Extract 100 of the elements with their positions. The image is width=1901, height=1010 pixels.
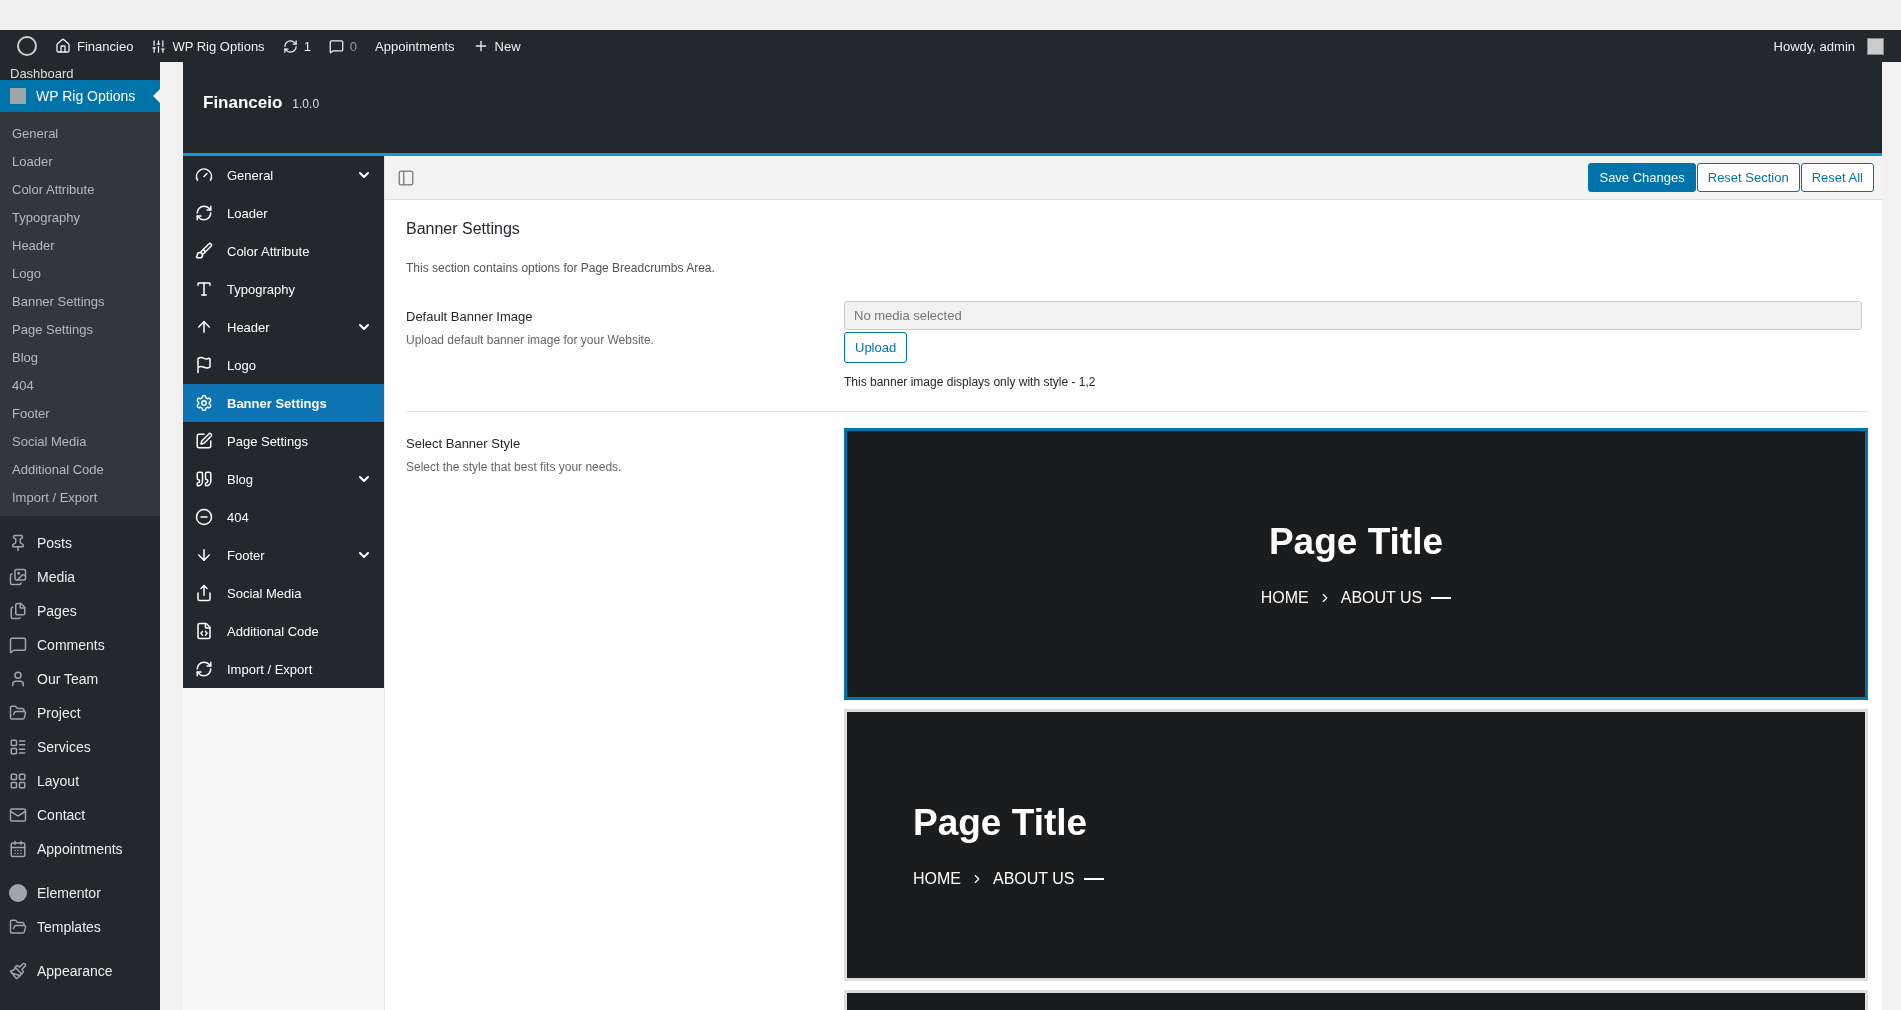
menu-item[interactable]: Services xyxy=(0,730,160,764)
field-description: Upload default banner image for your Website. xyxy=(406,333,655,347)
folder-icon xyxy=(9,704,27,722)
nav-item[interactable]: 404 xyxy=(183,498,384,536)
sliders-icon xyxy=(151,38,167,54)
appointments-link[interactable]: Appointments xyxy=(366,38,464,54)
menu-item[interactable]: Elementor xyxy=(0,876,160,910)
submenu-item[interactable]: Typography xyxy=(0,203,160,231)
updates-link[interactable]: 1 xyxy=(273,38,320,54)
panel-icon[interactable] xyxy=(397,168,415,187)
menu-item[interactable]: Appointments xyxy=(0,832,160,866)
speech-bubble-icon xyxy=(328,38,344,54)
submenu-item[interactable]: Header xyxy=(0,231,160,259)
nav-item[interactable]: Footer xyxy=(183,536,384,574)
menu-item[interactable]: WP Rig Options xyxy=(0,80,160,112)
banner-page-title: Page Title xyxy=(913,802,1088,844)
submenu-item[interactable]: Color Attribute xyxy=(0,175,160,203)
submenu-item[interactable]: 404 xyxy=(0,371,160,399)
media-field[interactable]: No media selected xyxy=(844,301,1862,330)
envelope-icon xyxy=(9,806,27,824)
breadcrumb-text: ABOUT US xyxy=(1340,589,1423,607)
plugin-icon xyxy=(10,88,26,104)
refresh-icon xyxy=(195,204,213,222)
comments-link[interactable]: 0 xyxy=(319,38,367,54)
nav-item[interactable]: Banner Settings xyxy=(183,384,384,422)
toolbar-button[interactable]: Reset All xyxy=(1800,163,1874,192)
menu-item[interactable]: Dashboard xyxy=(0,62,160,80)
nav-item[interactable]: Social Media xyxy=(183,574,384,612)
submenu-item[interactable]: Blog xyxy=(0,343,160,371)
breadcrumb-text: HOME xyxy=(1260,589,1309,607)
section-description: This section contains options for Page Breadcrumbs Area. xyxy=(406,261,716,275)
nav-item[interactable]: Color Attribute xyxy=(183,232,384,270)
upload-button[interactable]: Upload xyxy=(844,332,908,363)
nav-item[interactable]: Header xyxy=(183,308,384,346)
submenu-item[interactable]: Logo xyxy=(0,259,160,287)
version-label: 1.0.0 xyxy=(292,97,320,111)
menu-item[interactable]: Comments xyxy=(0,628,160,662)
pages-icon xyxy=(9,602,27,620)
paintbrush-icon xyxy=(9,962,27,980)
nav-item[interactable]: Typography xyxy=(183,270,384,308)
submenu-item[interactable]: Banner Settings xyxy=(0,287,160,315)
menu-item[interactable]: Appearance xyxy=(0,954,160,988)
minus-circle-icon xyxy=(195,508,213,526)
share-icon xyxy=(195,584,213,602)
menu-item[interactable]: Contact xyxy=(0,798,160,832)
grid-icon xyxy=(9,772,27,790)
menu-item[interactable]: Media xyxy=(0,560,160,594)
nav-item[interactable]: Additional Code xyxy=(183,612,384,650)
field-description: Select the style that best fits your needs. xyxy=(406,460,623,474)
submenu-item[interactable]: Loader xyxy=(0,147,160,175)
submenu-item[interactable]: Footer xyxy=(0,399,160,427)
menu-item[interactable]: Posts xyxy=(0,526,160,560)
options-title: Financeio xyxy=(203,92,283,113)
site-link[interactable]: Financieo xyxy=(46,38,143,54)
arrow-down-icon xyxy=(195,546,213,564)
nav-item[interactable]: Blog xyxy=(183,460,384,498)
refresh-icon xyxy=(195,660,213,678)
field-note: This banner image displays only with style - 1,2 xyxy=(844,375,1096,389)
submenu-item[interactable]: Import / Export xyxy=(0,483,160,511)
banner-style-option[interactable]: Page Title HOME ABOUT US xyxy=(844,709,1868,981)
new-link[interactable]: New xyxy=(463,38,530,54)
section-title: Banner Settings xyxy=(406,220,521,238)
quote-icon xyxy=(195,470,213,488)
menu-item[interactable]: Our Team xyxy=(0,662,160,696)
nav-item[interactable]: Loader xyxy=(183,194,384,232)
edit-icon xyxy=(195,432,213,450)
menu-item[interactable]: Layout xyxy=(0,764,160,798)
nav-item[interactable]: Logo xyxy=(183,346,384,384)
home-icon xyxy=(55,38,71,54)
columns-icon xyxy=(9,738,27,756)
nav-item[interactable]: Import / Export xyxy=(183,650,384,688)
menu-item[interactable]: Pages xyxy=(0,594,160,628)
folder-icon xyxy=(9,918,27,936)
nav-item[interactable]: General xyxy=(183,156,384,194)
text-icon xyxy=(195,280,213,298)
pin-icon xyxy=(9,534,27,552)
gauge-icon xyxy=(195,166,213,184)
dash-line xyxy=(1431,597,1452,599)
code-icon xyxy=(195,622,213,640)
nav-item[interactable]: Page Settings xyxy=(183,422,384,460)
flag-icon xyxy=(195,356,213,374)
breadcrumb-text: ABOUT US xyxy=(993,870,1075,888)
toolbar-button[interactable]: Reset Section xyxy=(1696,163,1800,192)
settings-icon xyxy=(195,394,213,412)
breadcrumb-text: HOME xyxy=(913,870,961,888)
menu-item[interactable]: Project xyxy=(0,696,160,730)
submenu-item[interactable]: Page Settings xyxy=(0,315,160,343)
circle-icon xyxy=(9,884,27,902)
submenu-item[interactable]: Additional Code xyxy=(0,455,160,483)
brush-icon xyxy=(195,242,213,260)
toolbar-button[interactable]: Save Changes xyxy=(1588,163,1696,192)
account-link[interactable]: Howdy, admin xyxy=(1764,37,1893,55)
images-icon xyxy=(9,568,27,586)
submenu-item[interactable]: General xyxy=(0,119,160,147)
plugin-link[interactable]: WP Rig Options xyxy=(142,38,274,54)
menu-item[interactable]: Templates xyxy=(0,910,160,944)
calendar-icon xyxy=(9,840,27,858)
banner-style-option[interactable]: Page Title HOME ABOUT US xyxy=(844,428,1868,700)
submenu-item[interactable]: Social Media xyxy=(0,427,160,455)
avatar-icon xyxy=(1867,37,1884,55)
